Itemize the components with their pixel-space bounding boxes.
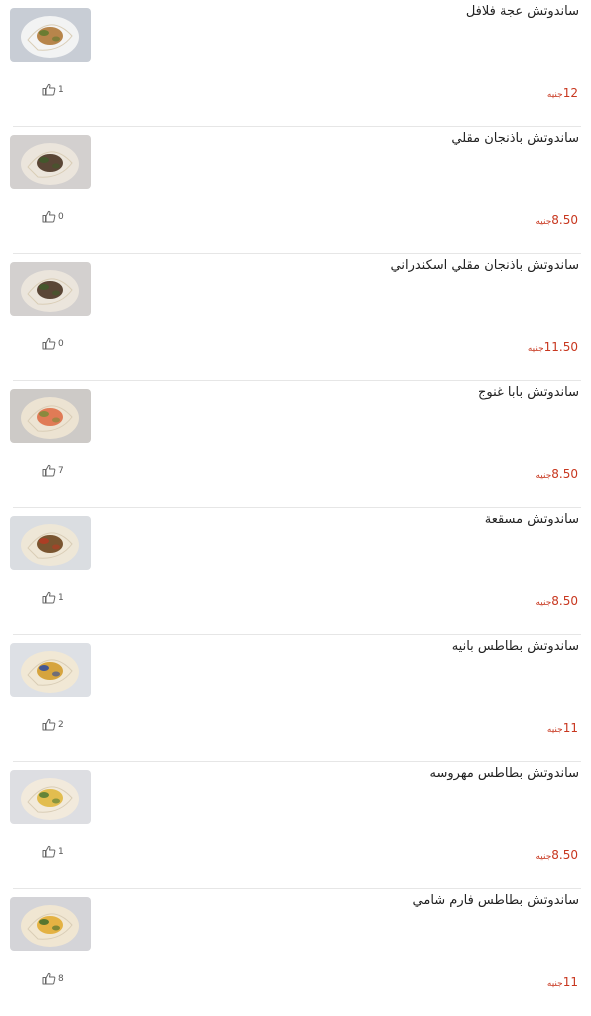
price-value: 11 <box>562 975 578 989</box>
price-value: 12 <box>562 86 578 100</box>
menu-item[interactable]: ساندوتش باذنجان مقلي اسكندراني 11.50جنيه … <box>10 254 581 381</box>
like-button[interactable]: 0 <box>42 210 64 223</box>
price-value: 8.50 <box>551 594 578 608</box>
like-button[interactable]: 8 <box>42 972 64 985</box>
menu-item-name[interactable]: ساندوتش بابا غنوج <box>478 385 579 400</box>
thumbs-up-icon[interactable] <box>42 337 56 350</box>
price-value: 11 <box>562 721 578 735</box>
french-fries-shami-sandwich-image[interactable] <box>10 897 91 951</box>
price-value: 8.50 <box>551 213 578 227</box>
like-button[interactable]: 0 <box>42 337 64 350</box>
baba-ghanoush-sandwich-image[interactable] <box>10 389 91 443</box>
like-button[interactable]: 7 <box>42 464 64 477</box>
like-count: 1 <box>58 84 64 95</box>
like-count: 0 <box>58 338 64 349</box>
like-count: 7 <box>58 465 64 476</box>
thumbs-up-icon[interactable] <box>42 83 56 96</box>
menu-item-price: 8.50جنيه <box>535 844 578 863</box>
menu-item-name[interactable]: ساندوتش باذنجان مقلي اسكندراني <box>391 258 580 273</box>
menu-item-price: 11.50جنيه <box>528 336 578 355</box>
menu-item-price: 11جنيه <box>547 717 578 736</box>
currency-label: جنيه <box>535 598 552 608</box>
thumbs-up-icon[interactable] <box>42 718 56 731</box>
menu-item[interactable]: ساندوتش بطاطس مهروسه 8.50جنيه 1 <box>10 762 581 889</box>
falafel-omelette-sandwich-image[interactable] <box>10 8 91 62</box>
price-value: 8.50 <box>551 467 578 481</box>
currency-label: جنيه <box>535 217 552 227</box>
like-count: 1 <box>58 592 64 603</box>
menu-item-name[interactable]: ساندوتش مسقعة <box>485 512 579 527</box>
like-count: 8 <box>58 973 64 984</box>
thumbs-up-icon[interactable] <box>42 845 56 858</box>
menu-item-price: 8.50جنيه <box>535 209 578 228</box>
currency-label: جنيه <box>535 852 552 862</box>
price-value: 8.50 <box>551 848 578 862</box>
mashed-potato-sandwich-image[interactable] <box>10 770 91 824</box>
currency-label: جنيه <box>535 471 552 481</box>
like-count: 2 <box>58 719 64 730</box>
menu-item-list: ساندوتش عجة فلافل 12جنيه 1 ساندوتش باذنجا… <box>0 0 591 1016</box>
like-count: 0 <box>58 211 64 222</box>
menu-item[interactable]: ساندوتش بطاطس بانيه 11جنيه 2 <box>10 635 581 762</box>
currency-label: جنيه <box>527 344 544 354</box>
menu-item-price: 12جنيه <box>547 82 578 101</box>
fried-eggplant-sandwich-image[interactable] <box>10 135 91 189</box>
like-button[interactable]: 1 <box>42 845 64 858</box>
like-button[interactable]: 1 <box>42 591 64 604</box>
menu-item[interactable]: ساندوتش باذنجان مقلي 8.50جنيه 0 <box>10 127 581 254</box>
menu-item-name[interactable]: ساندوتش باذنجان مقلي <box>451 131 579 146</box>
moussaka-sandwich-image[interactable] <box>10 516 91 570</box>
thumbs-up-icon[interactable] <box>42 210 56 223</box>
menu-item-price: 8.50جنيه <box>535 590 578 609</box>
alexandrian-fried-eggplant-sandwich-image[interactable] <box>10 262 91 316</box>
menu-item-name[interactable]: ساندوتش بطاطس مهروسه <box>430 766 579 781</box>
breaded-potato-sandwich-image[interactable] <box>10 643 91 697</box>
price-value: 11.50 <box>543 340 578 354</box>
menu-item[interactable]: ساندوتش مسقعة 8.50جنيه 1 <box>10 508 581 635</box>
currency-label: جنيه <box>546 979 563 989</box>
thumbs-up-icon[interactable] <box>42 464 56 477</box>
like-count: 1 <box>58 846 64 857</box>
menu-item-price: 8.50جنيه <box>535 463 578 482</box>
like-button[interactable]: 1 <box>42 83 64 96</box>
menu-item[interactable]: ساندوتش بطاطس فارم شامي 11جنيه 8 <box>10 889 581 1016</box>
menu-item-name[interactable]: ساندوتش بطاطس بانيه <box>452 639 579 654</box>
currency-label: جنيه <box>546 725 563 735</box>
currency-label: جنيه <box>546 90 563 100</box>
like-button[interactable]: 2 <box>42 718 64 731</box>
menu-item-name[interactable]: ساندوتش عجة فلافل <box>466 4 579 19</box>
menu-item-name[interactable]: ساندوتش بطاطس فارم شامي <box>413 893 579 908</box>
menu-item-price: 11جنيه <box>547 971 578 990</box>
menu-item[interactable]: ساندوتش بابا غنوج 8.50جنيه 7 <box>10 381 581 508</box>
thumbs-up-icon[interactable] <box>42 972 56 985</box>
menu-item[interactable]: ساندوتش عجة فلافل 12جنيه 1 <box>10 0 581 127</box>
thumbs-up-icon[interactable] <box>42 591 56 604</box>
